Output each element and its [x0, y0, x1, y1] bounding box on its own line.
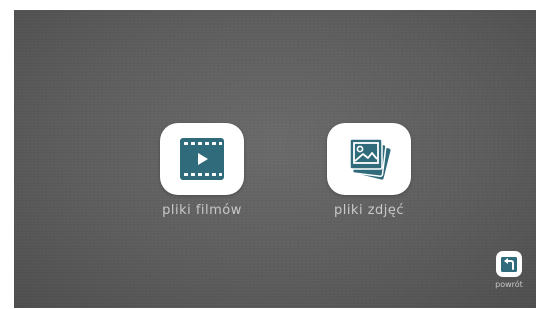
video-files-tile[interactable]: pliki filmów: [152, 123, 252, 218]
back-label: powrót: [495, 280, 523, 289]
film-icon: [160, 123, 244, 195]
back-icon: [496, 251, 522, 277]
photo-files-label: pliki zdjęć: [333, 203, 405, 218]
main-screen: pliki filmów pliki zdjęć powrót: [14, 10, 536, 308]
photos-icon: [327, 123, 411, 195]
video-files-label: pliki filmów: [162, 203, 242, 218]
back-button[interactable]: powrót: [492, 251, 526, 289]
photo-files-tile[interactable]: pliki zdjęć: [319, 123, 419, 218]
